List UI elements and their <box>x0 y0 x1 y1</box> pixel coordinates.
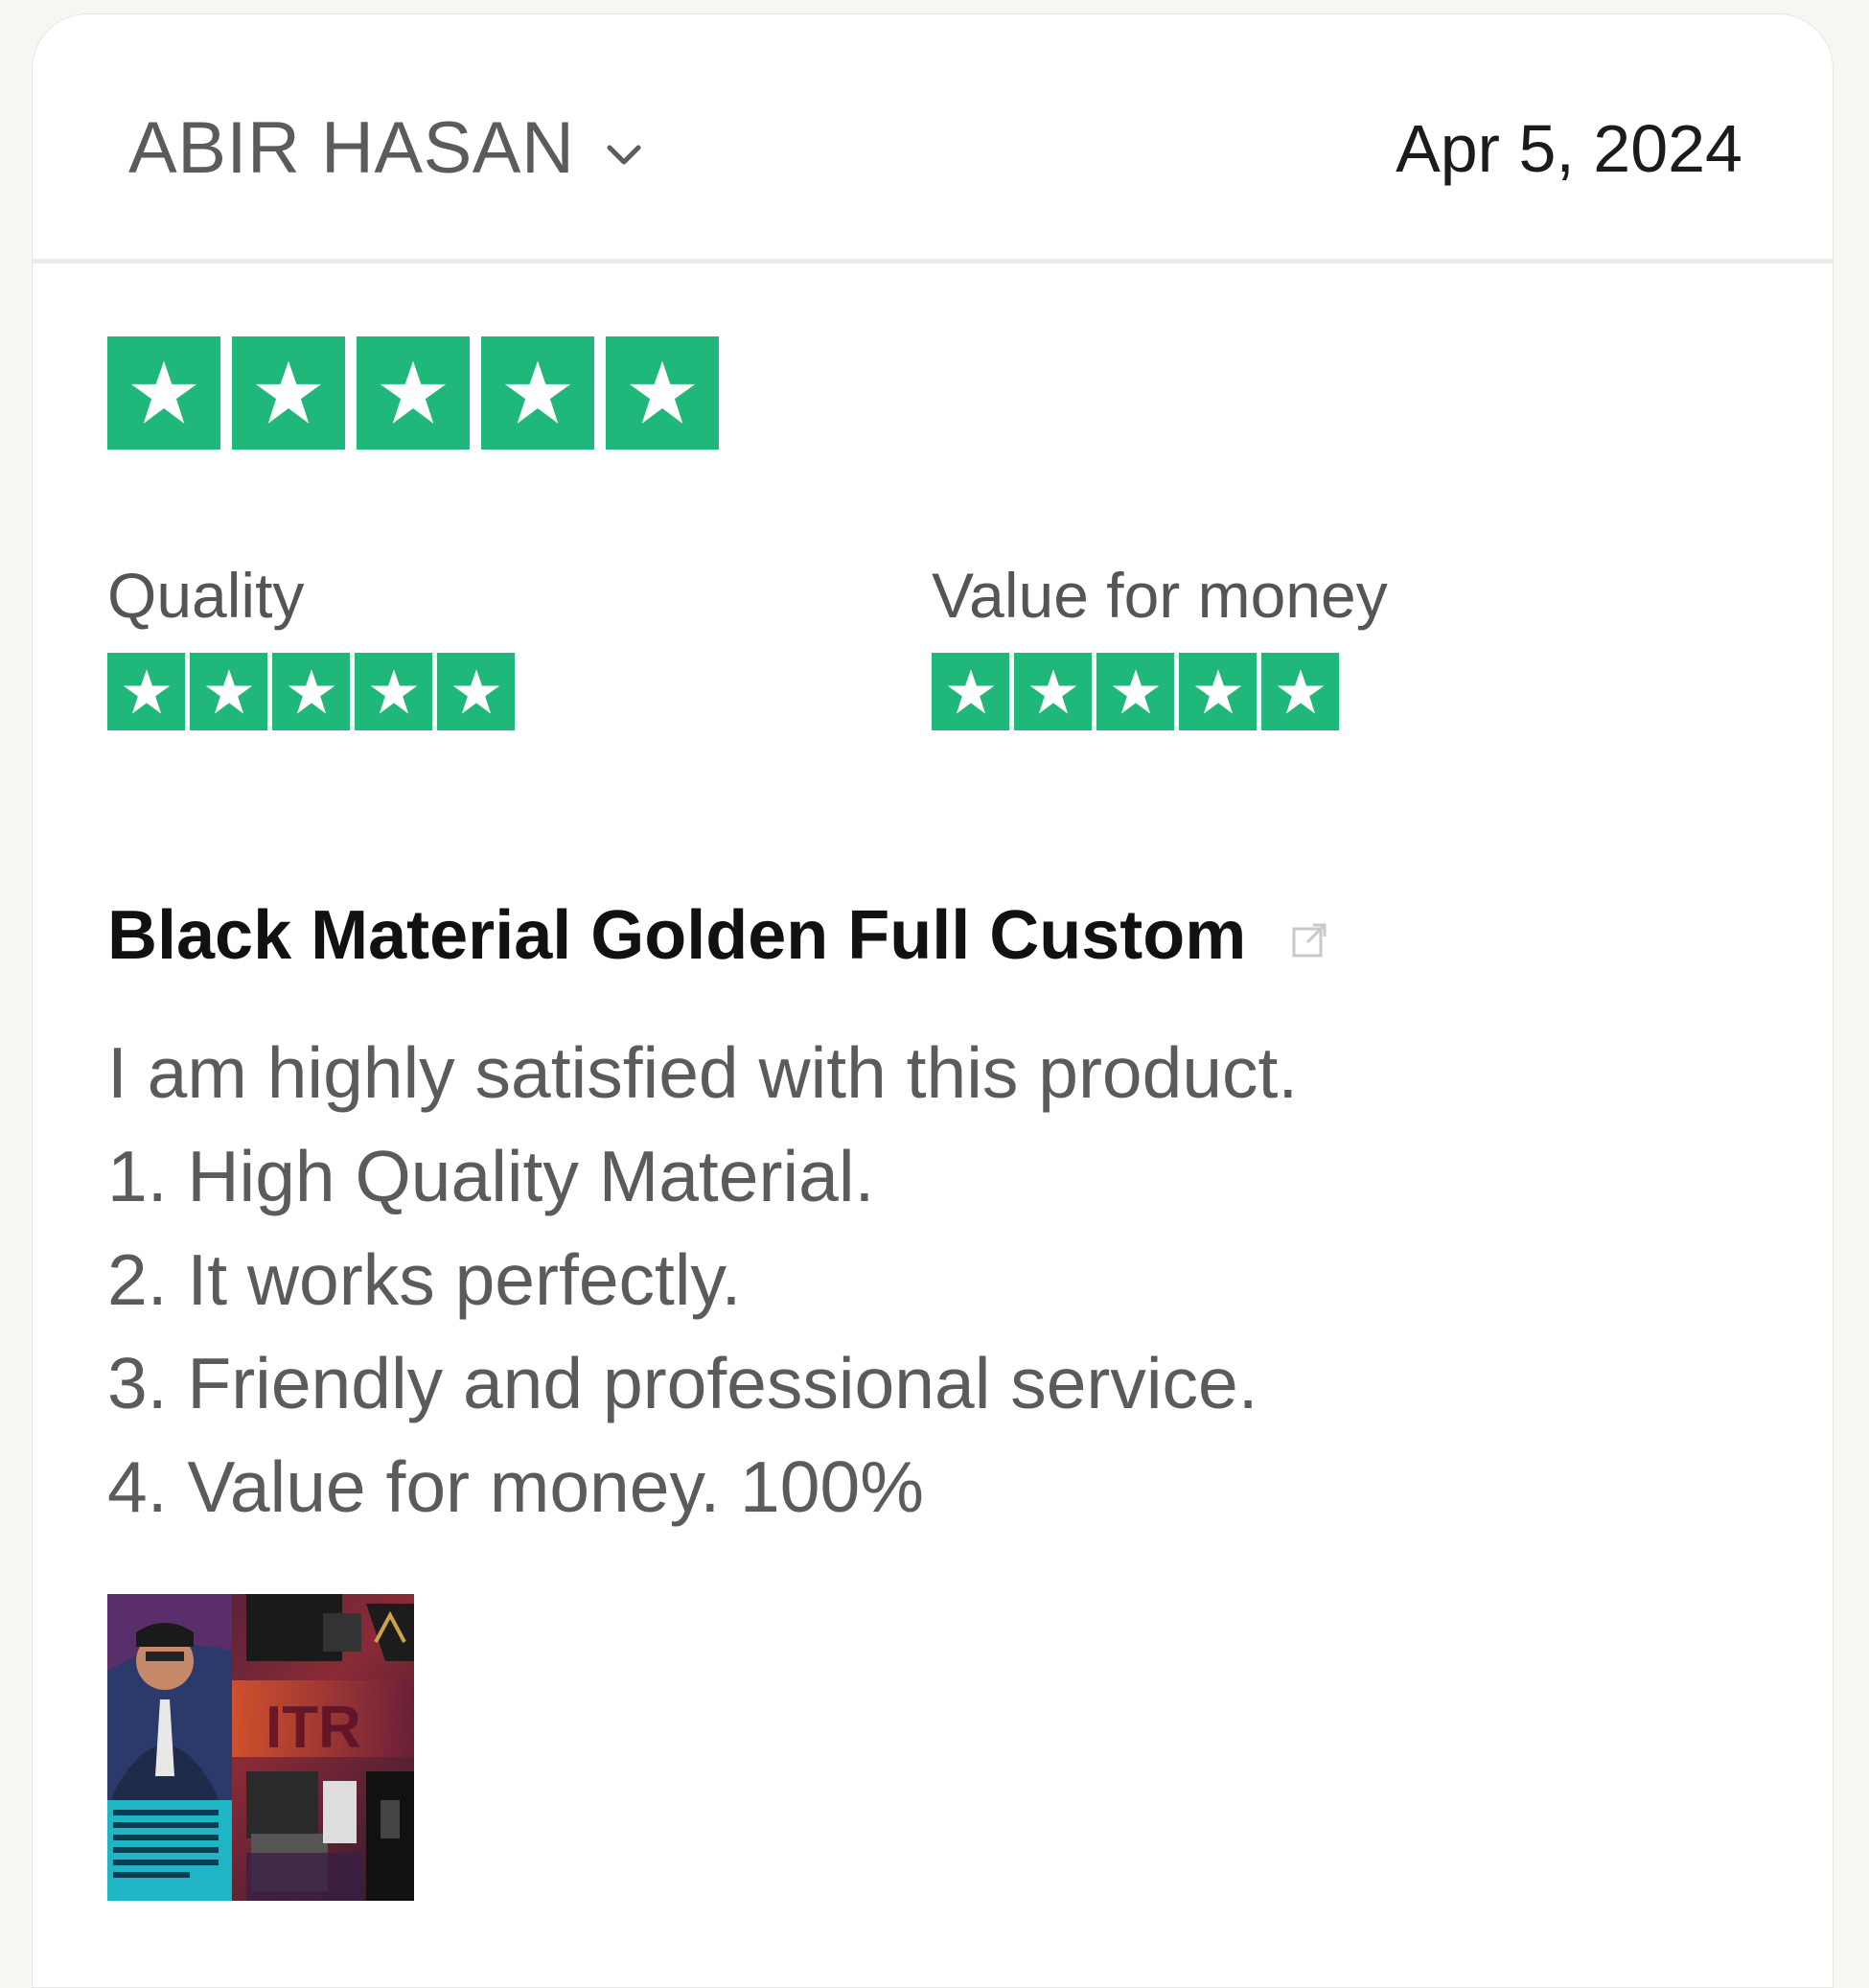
quality-star-rating <box>107 653 519 730</box>
review-body-line: 3. Friendly and professional service. <box>107 1343 1258 1423</box>
review-header: ABIR HASAN Apr 5, 2024 <box>33 14 1833 264</box>
review-body-line: 4. Value for money. 100% <box>107 1446 924 1527</box>
star-icon <box>932 653 1009 730</box>
review-photo-image: ITR <box>107 1594 414 1901</box>
star-icon <box>107 336 220 450</box>
star-icon <box>272 653 350 730</box>
star-icon <box>606 336 719 450</box>
external-link-icon[interactable] <box>1290 921 1328 959</box>
review-body-line: 2. It works perfectly. <box>107 1239 742 1320</box>
review-body-line: 1. High Quality Material. <box>107 1136 875 1216</box>
star-icon <box>355 653 432 730</box>
star-icon <box>357 336 470 450</box>
reviewer-name: ABIR HASAN <box>128 107 575 189</box>
star-icon <box>437 653 515 730</box>
review-title: Black Material Golden Full Custom <box>107 897 1247 974</box>
star-icon <box>107 653 185 730</box>
reviewer-name-dropdown[interactable]: ABIR HASAN <box>128 106 643 190</box>
star-icon <box>1014 653 1092 730</box>
star-icon <box>1096 653 1174 730</box>
overall-star-rating <box>107 336 730 450</box>
quality-label: Quality <box>107 560 305 631</box>
value-for-money-star-rating <box>932 653 1344 730</box>
star-icon <box>1261 653 1339 730</box>
svg-text:ITR: ITR <box>265 1695 361 1761</box>
review-body-line: I am highly satisfied with this product. <box>107 1032 1299 1113</box>
review-photo-thumbnail[interactable]: ITR <box>107 1594 414 1901</box>
review-title-row: Black Material Golden Full Custom <box>107 896 1328 975</box>
star-icon <box>1179 653 1257 730</box>
review-date: Apr 5, 2024 <box>1396 111 1742 186</box>
star-icon <box>190 653 267 730</box>
star-icon <box>481 336 594 450</box>
review-card: ABIR HASAN Apr 5, 2024 Quality Value for… <box>32 13 1834 1988</box>
value-for-money-label: Value for money <box>932 560 1388 631</box>
star-icon <box>232 336 345 450</box>
chevron-down-icon <box>607 145 641 164</box>
review-body: I am highly satisfied with this product.… <box>107 1021 1298 1538</box>
